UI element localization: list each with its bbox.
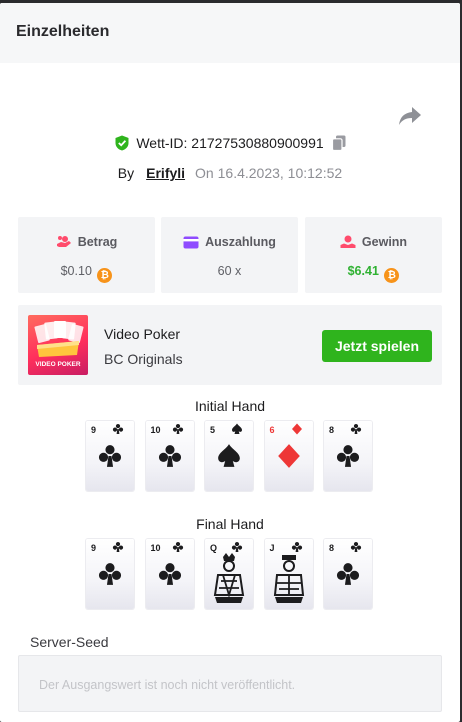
card-rank: 9 [91,425,97,435]
bet-id-row: Wett-ID: 21727530880900991 [0,135,460,151]
initial-hand-card-5: 8 [324,421,372,491]
win-hand-icon [340,235,356,248]
final-hand-card-4: J [264,539,313,609]
stat-amount-value: $0.10 [60,264,92,278]
stat-win-value: $6.41 [347,264,379,278]
clubs-suit-icon [350,424,362,434]
initial-hand-card-1: 9 [86,421,134,491]
btc-icon: ₿ [384,268,400,283]
game-name[interactable]: Video Poker [104,326,180,342]
initial-hand-cards: 9 10 5 6 8 [86,421,376,491]
final-hand-card-2: 10 [145,539,194,609]
on-label: On [195,165,214,181]
server-seed-value: Der Ausgangswert ist noch nicht veröffen… [39,678,296,692]
clubs-suit-icon [172,542,183,552]
stat-amount: Betrag $0.10 ₿ [18,217,155,293]
clubs-suit-icon [336,563,360,585]
clubs-suit-icon [158,445,181,467]
copy-icon[interactable] [331,135,346,151]
diamonds-suit-icon [277,444,300,468]
card-rank: 8 [329,543,335,553]
card-rank: 9 [91,543,97,553]
initial-hand-card-4: 6 [264,421,313,491]
panel-header: Einzelheiten [0,3,460,63]
bet-id-label: Wett-ID: [136,135,188,151]
panel-title: Einzelheiten [16,23,110,40]
stat-win: Gewinn $6.41 ₿ [305,217,442,293]
bet-id-value: 21727530880900991 [191,135,324,151]
final-hand-card-5: 8 [324,539,372,609]
spades-suit-icon [232,423,242,434]
final-hand-card-1: 9 [86,539,134,609]
clubs-suit-icon [112,424,124,434]
verified-shield-icon [115,135,129,151]
stat-win-label: Gewinn [361,235,408,249]
bet-hand-icon [56,236,71,247]
final-hand-card-3: Q [205,539,253,609]
jack-face-icon [273,555,304,603]
clubs-suit-icon [172,424,183,434]
card-rank: 5 [210,425,216,435]
btc-icon: ₿ [97,268,113,283]
stat-payout-value: 60 x [217,264,242,278]
card-rank: 10 [150,543,161,553]
bet-meta-row: By Erifyli On 16.4.2023, 10:12:52 [0,165,460,181]
card-rank: 8 [329,425,335,435]
username-link[interactable]: Erifyli [146,165,185,181]
stat-payout: Auszahlung 60 x [161,217,298,293]
initial-hand-card-2: 10 [145,421,194,491]
bet-details-panel: Einzelheiten Wett-ID: 21727530880900991 … [0,3,460,722]
diamonds-suit-icon [291,423,302,435]
card-rank: 10 [150,425,161,435]
clubs-suit-icon [350,542,362,552]
spades-suit-icon [218,444,240,467]
bet-datetime: 16.4.2023, 10:12:52 [217,165,343,181]
game-thumbnail[interactable]: VIDEO POKER [28,315,88,375]
clubs-suit-icon [336,445,360,467]
initial-hand-title: Initial Hand [194,398,266,414]
card-payout-icon [183,236,199,249]
initial-hand-card-3: 5 [205,421,253,491]
clubs-suit-icon [98,563,122,585]
game-thumb-label: VIDEO POKER [35,361,81,368]
final-hand-title: Final Hand [196,516,264,532]
game-card: VIDEO POKER Video Poker BC Originals Jet… [18,305,442,385]
game-provider: BC Originals [104,351,183,367]
stat-amount-label: Betrag [77,235,118,249]
clubs-suit-icon [98,445,122,467]
card-rank: 6 [269,425,275,435]
by-label: By [117,165,135,181]
server-seed-field[interactable]: Der Ausgangswert ist noch nicht veröffen… [18,655,442,712]
stat-payout-label: Auszahlung [205,235,276,249]
share-icon[interactable] [398,105,422,127]
clubs-suit-icon [158,563,181,585]
clubs-suit-icon [112,542,124,552]
play-now-button[interactable]: Jetzt spielen [322,330,432,362]
server-seed-label: Server-Seed [30,634,109,650]
bet-stats: Betrag $0.10 ₿ Auszahlung 60 x Gewinn $6… [18,217,442,293]
final-hand-cards: 9 10 Q J 8 [86,539,376,609]
queen-face-icon [213,553,245,603]
